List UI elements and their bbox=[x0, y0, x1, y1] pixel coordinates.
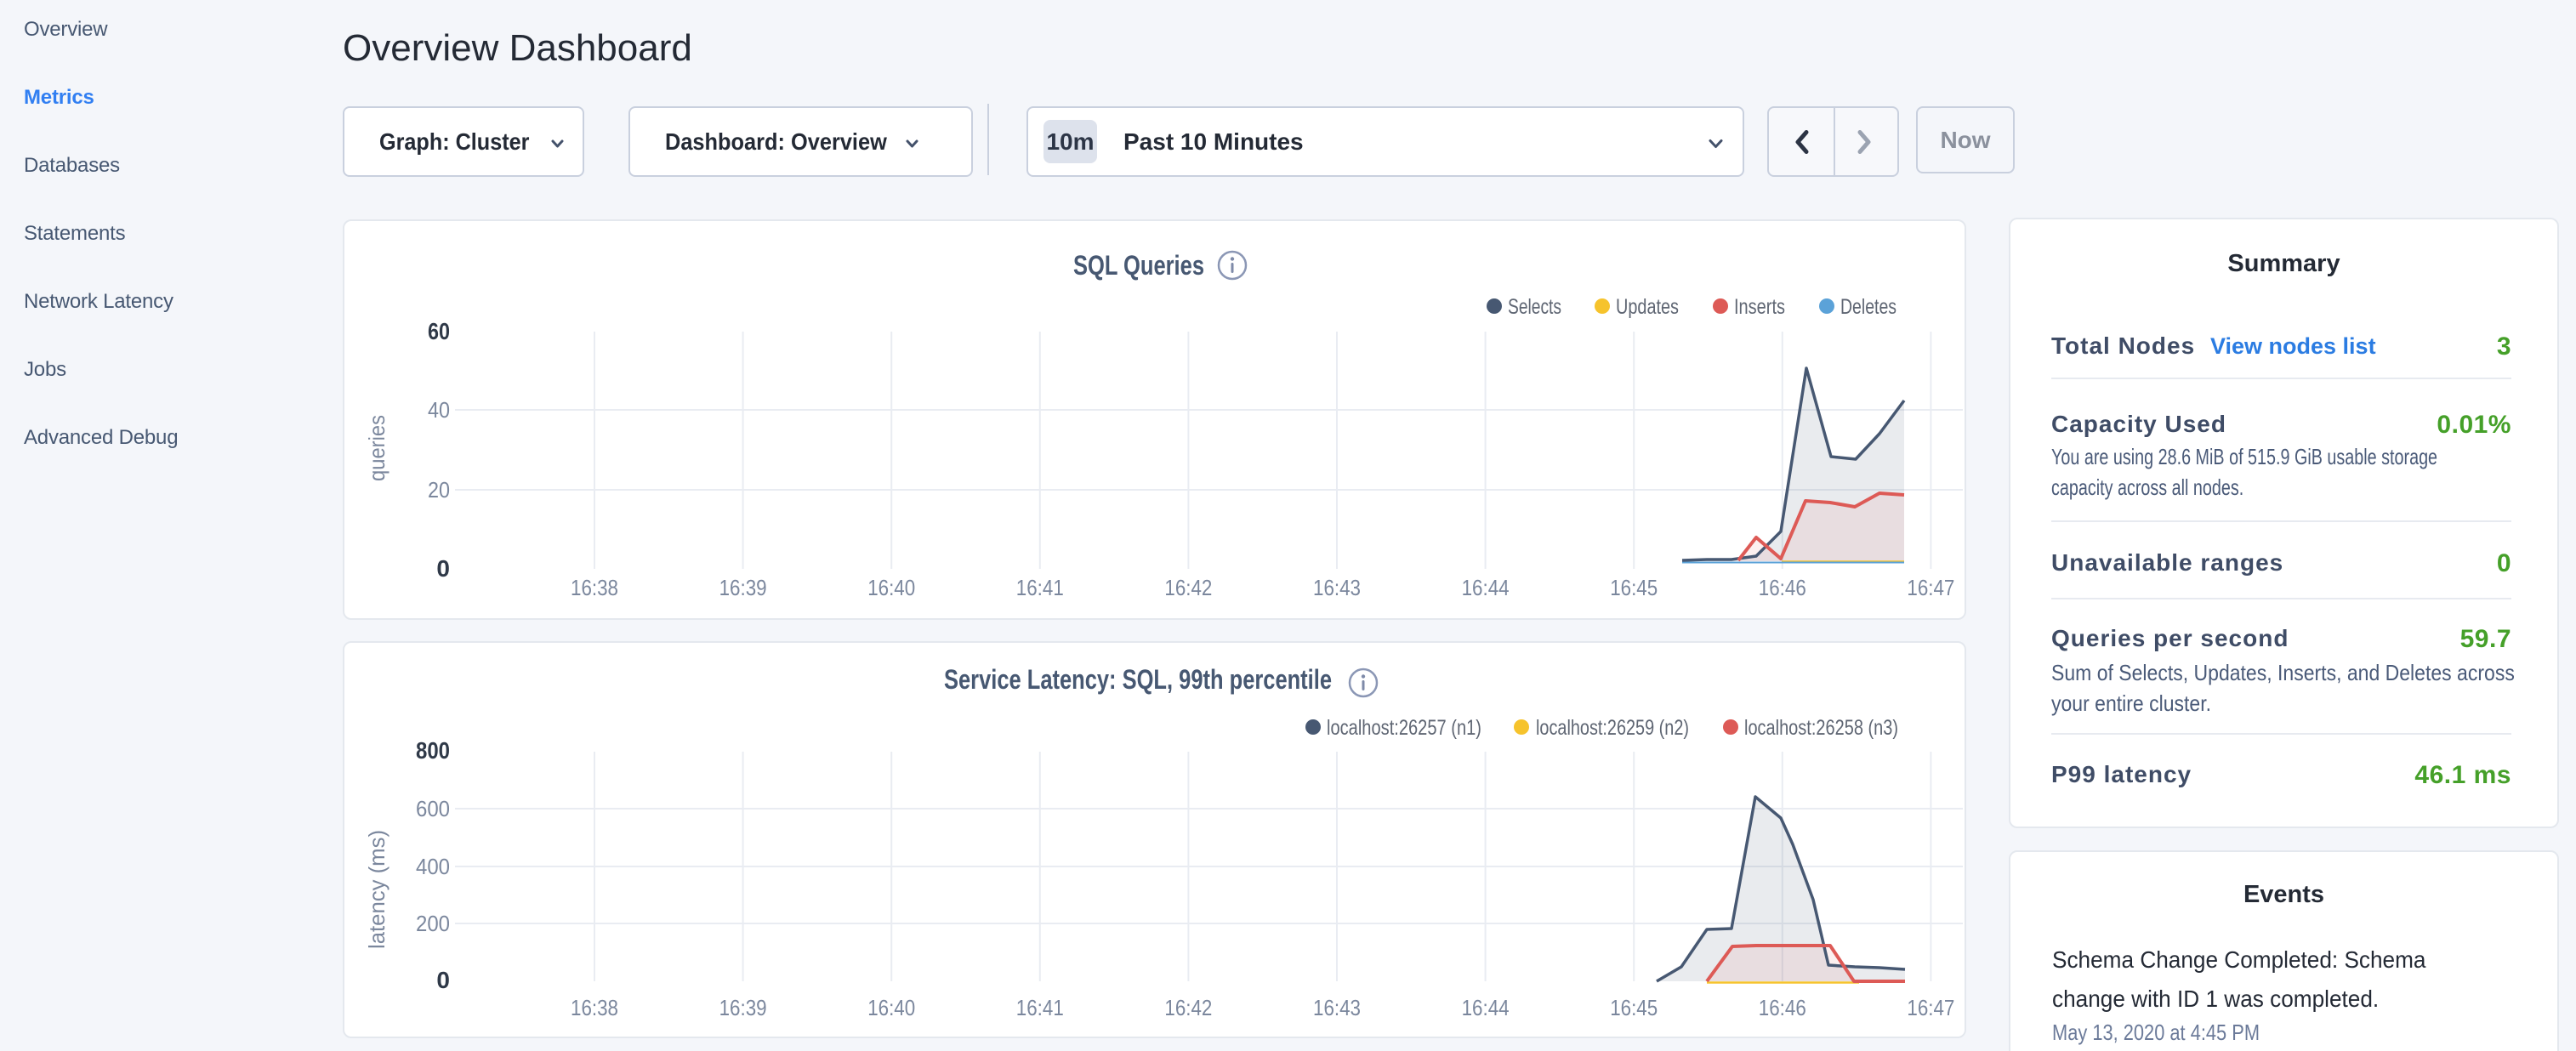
svg-text:16:43: 16:43 bbox=[1313, 995, 1361, 1020]
svg-text:queries: queries bbox=[364, 415, 390, 481]
svg-text:60: 60 bbox=[428, 318, 450, 344]
svg-text:16:45: 16:45 bbox=[1610, 995, 1658, 1020]
svg-text:localhost:26257 (n1): localhost:26257 (n1) bbox=[1327, 716, 1481, 740]
svg-text:16:46: 16:46 bbox=[1759, 575, 1806, 600]
svg-text:Selects: Selects bbox=[1508, 295, 1561, 319]
svg-text:16:39: 16:39 bbox=[719, 575, 767, 600]
svg-text:16:44: 16:44 bbox=[1462, 995, 1510, 1020]
svg-text:16:46: 16:46 bbox=[1759, 995, 1806, 1020]
svg-text:600: 600 bbox=[416, 796, 450, 821]
svg-text:16:47: 16:47 bbox=[1907, 575, 1954, 600]
svg-text:200: 200 bbox=[416, 911, 450, 936]
svg-text:16:43: 16:43 bbox=[1313, 575, 1361, 600]
svg-text:16:45: 16:45 bbox=[1610, 575, 1658, 600]
svg-text:16:39: 16:39 bbox=[719, 995, 767, 1020]
svg-text:Updates: Updates bbox=[1616, 295, 1679, 319]
svg-text:16:40: 16:40 bbox=[867, 575, 915, 600]
svg-text:SQL Queries: SQL Queries bbox=[1073, 250, 1204, 281]
svg-text:16:42: 16:42 bbox=[1164, 995, 1212, 1020]
svg-text:20: 20 bbox=[428, 477, 450, 503]
svg-text:16:41: 16:41 bbox=[1016, 575, 1064, 600]
svg-text:800: 800 bbox=[416, 737, 450, 764]
svg-text:0: 0 bbox=[436, 967, 450, 993]
svg-text:16:41: 16:41 bbox=[1016, 995, 1064, 1020]
svg-text:Inserts: Inserts bbox=[1734, 295, 1785, 319]
svg-text:40: 40 bbox=[428, 397, 450, 423]
svg-text:16:38: 16:38 bbox=[571, 575, 618, 600]
svg-text:16:40: 16:40 bbox=[867, 995, 915, 1020]
svg-text:16:47: 16:47 bbox=[1907, 995, 1954, 1020]
svg-text:localhost:26259 (n2): localhost:26259 (n2) bbox=[1536, 716, 1689, 740]
svg-text:localhost:26258 (n3): localhost:26258 (n3) bbox=[1744, 716, 1898, 740]
svg-text:Deletes: Deletes bbox=[1840, 295, 1896, 319]
svg-text:Service Latency: SQL, 99th per: Service Latency: SQL, 99th percentile bbox=[944, 664, 1332, 695]
svg-text:400: 400 bbox=[416, 854, 450, 879]
svg-text:latency (ms): latency (ms) bbox=[364, 830, 390, 949]
svg-text:16:42: 16:42 bbox=[1164, 575, 1212, 600]
svg-text:16:44: 16:44 bbox=[1462, 575, 1510, 600]
svg-text:0: 0 bbox=[436, 555, 450, 582]
svg-text:16:38: 16:38 bbox=[571, 995, 618, 1020]
